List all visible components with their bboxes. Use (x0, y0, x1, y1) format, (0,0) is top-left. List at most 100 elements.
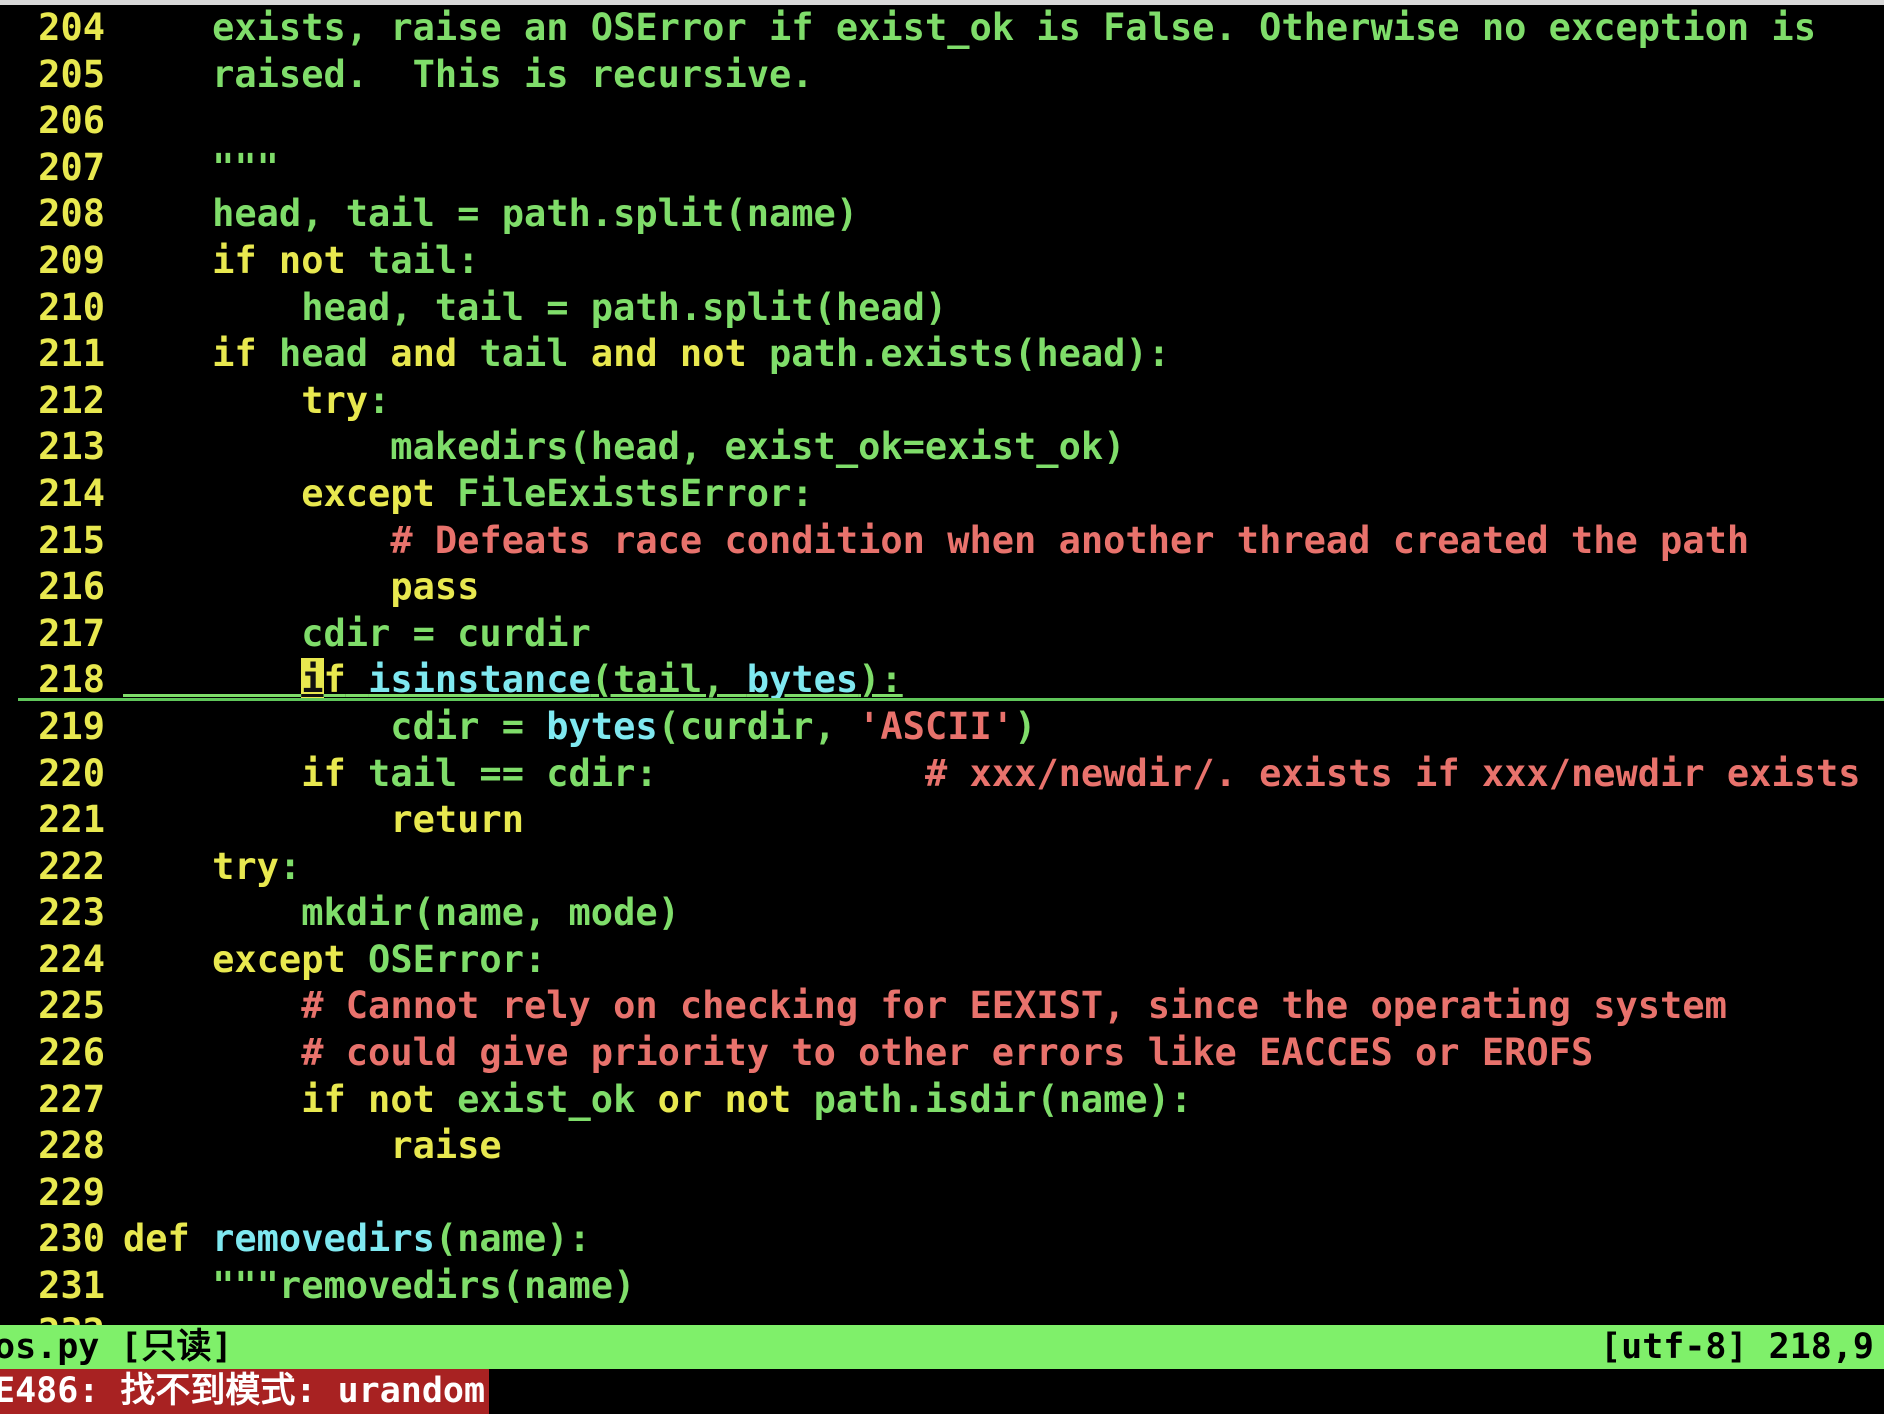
code-token: def (123, 1217, 190, 1261)
code-line[interactable]: 215 # Defeats race condition when anothe… (0, 518, 1884, 565)
code-line-text: if isinstance(tail, bytes): (123, 658, 903, 702)
code-line[interactable]: 205 raised. This is recursive. (0, 52, 1884, 99)
code-line[interactable]: 222 try: (0, 844, 1884, 891)
code-line-text: cdir = bytes(curdir, 'ASCII') (123, 705, 1036, 748)
code-token: # could give priority to other errors li… (301, 1031, 1594, 1075)
line-number: 228 (38, 1124, 105, 1168)
code-line[interactable]: 229 (0, 1170, 1884, 1217)
vim-statusline: os.py [只读] [utf-8] 218,9 (0, 1325, 1884, 1369)
line-number: 207 (38, 145, 105, 189)
code-token: and (390, 332, 458, 376)
line-number: 220 (38, 751, 105, 795)
code-line-text: mkdir(name, mode) (123, 891, 680, 934)
line-number: 215 (38, 518, 105, 562)
line-number: 229 (38, 1170, 105, 1214)
code-token: : (278, 844, 302, 888)
code-line[interactable]: 221 return (0, 797, 1884, 844)
terminal-window[interactable]: 204 exists, raise an OSError if exist_ok… (0, 5, 1884, 1414)
code-line[interactable]: 213 makedirs(head, exist_ok=exist_ok) (0, 424, 1884, 471)
code-line[interactable]: 208 head, tail = path.split(name) (0, 191, 1884, 238)
code-line[interactable]: 231 """removedirs(name) (0, 1263, 1884, 1310)
code-token: tail (457, 332, 591, 376)
code-line[interactable]: 214 except FileExistsError: (0, 471, 1884, 518)
code-token: f (323, 658, 346, 702)
line-number: 218 (38, 658, 105, 702)
code-line[interactable]: 212 try: (0, 378, 1884, 425)
code-line[interactable]: 230 def removedirs(name): (0, 1216, 1884, 1263)
code-token: except (301, 471, 435, 515)
code-line[interactable]: 217 cdir = curdir (0, 611, 1884, 658)
line-number: 211 (38, 332, 105, 376)
vim-text-buffer[interactable]: 204 exists, raise an OSError if exist_ok… (0, 5, 1884, 1325)
line-number: 213 (38, 425, 105, 469)
line-number: 205 (38, 52, 105, 96)
code-line[interactable]: 218 if isinstance(tail, bytes): (0, 657, 1884, 704)
line-number: 227 (38, 1077, 105, 1121)
code-line[interactable]: 219 cdir = bytes(curdir, 'ASCII') (0, 704, 1884, 751)
code-token: bytes (546, 704, 658, 748)
code-token: (tail, (590, 658, 747, 702)
code-line-text: # Defeats race condition when another th… (123, 519, 1749, 562)
code-line-text: raise (123, 1124, 501, 1167)
code-line[interactable]: 225 # Cannot rely on checking for EEXIST… (0, 983, 1884, 1030)
code-token: path.exists(head): (746, 332, 1170, 376)
code-token: # xxx/newdir/. exists if xxx/newdir exis… (924, 751, 1861, 795)
statusline-file-info: os.py [只读] (0, 1327, 233, 1367)
code-token: ): (858, 658, 903, 702)
code-line[interactable]: 226 # could give priority to other error… (0, 1030, 1884, 1077)
code-token: if (301, 751, 346, 795)
line-number: 204 (38, 6, 105, 49)
code-token: (name): (434, 1217, 591, 1261)
code-line[interactable]: 206 (0, 98, 1884, 145)
code-line-text: try: (123, 845, 301, 888)
line-number: 216 (38, 565, 105, 609)
code-line[interactable]: 220 if tail == cdir: # xxx/newdir/. exis… (0, 751, 1884, 798)
line-number: 206 (38, 99, 105, 143)
code-line[interactable]: 204 exists, raise an OSError if exist_ok… (0, 5, 1884, 52)
code-line-text: if head and tail and not path.exists(hea… (123, 332, 1170, 375)
line-number: 231 (38, 1264, 105, 1308)
code-token: # Defeats race condition when another th… (390, 518, 1750, 562)
code-token: exists, raise an OSError if exist_ok is … (212, 6, 1816, 49)
line-number: 223 (38, 891, 105, 935)
code-token: makedirs(head, exist_ok=exist_ok) (123, 425, 1126, 469)
code-line[interactable]: 223 mkdir(name, mode) (0, 890, 1884, 937)
code-token: head, tail = path.split(head) (123, 285, 948, 329)
code-line-text: raised. This is recursive. (123, 52, 814, 96)
code-line[interactable]: 211 if head and tail and not path.exists… (0, 331, 1884, 378)
code-line[interactable]: 207 """ (0, 145, 1884, 192)
code-token: mkdir(name, mode) (123, 891, 680, 935)
code-token: (curdir, (657, 704, 859, 748)
code-line[interactable]: 209 if not tail: (0, 238, 1884, 285)
code-token: raised. This is recursive. (212, 52, 814, 96)
code-token: removedirs (212, 1217, 435, 1261)
code-line-text: if not tail: (123, 239, 479, 282)
line-number: 222 (38, 844, 105, 888)
line-number: 226 (38, 1031, 105, 1075)
code-token: or not (657, 1077, 792, 1121)
code-line[interactable]: 224 except OSError: (0, 937, 1884, 984)
code-line-text: pass (123, 565, 479, 608)
code-line[interactable]: 232 (0, 1310, 1884, 1325)
code-line[interactable]: 227 if not exist_ok or not path.isdir(na… (0, 1077, 1884, 1124)
code-line[interactable]: 216 pass (0, 564, 1884, 611)
code-line-text: """removedirs(name) (123, 1264, 635, 1307)
vim-message-line: E486: 找不到模式: urandom (0, 1369, 1884, 1414)
line-number: 212 (38, 378, 105, 422)
code-token: tail: (345, 238, 480, 282)
line-number: 217 (38, 611, 105, 655)
code-token: try (212, 844, 279, 888)
code-line[interactable]: 228 raise (0, 1123, 1884, 1170)
code-line[interactable]: 210 head, tail = path.split(head) (0, 285, 1884, 332)
line-number: 210 (38, 285, 105, 329)
